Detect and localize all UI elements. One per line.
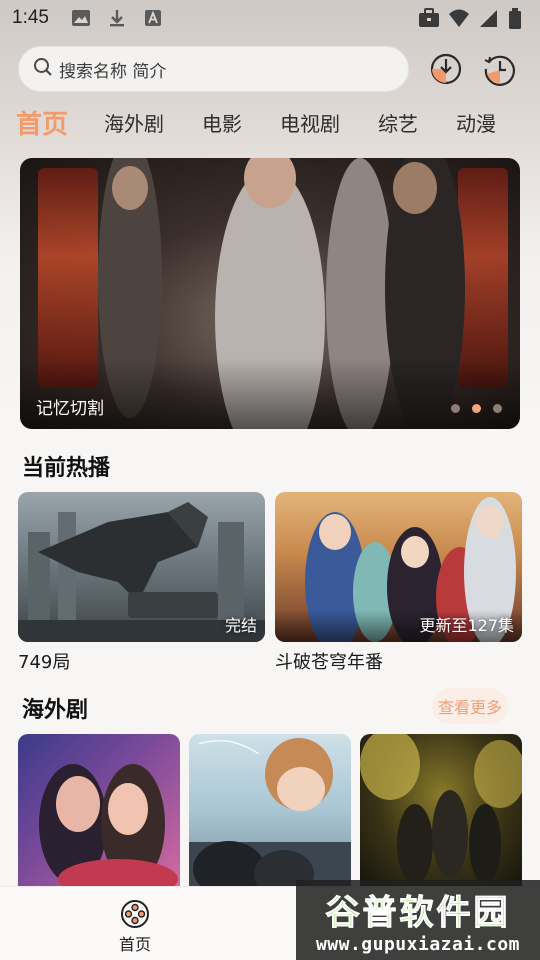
overseas-card-2[interactable] xyxy=(189,734,351,886)
film-reel-icon xyxy=(121,900,149,928)
overseas-poster-image xyxy=(360,734,522,884)
hot-card-749[interactable]: 完结 xyxy=(18,492,265,642)
tab-movies[interactable]: 电影 xyxy=(202,108,242,137)
history-clock-icon xyxy=(484,55,515,86)
tab-home[interactable]: 首页 xyxy=(16,104,68,141)
tab-anime[interactable]: 动漫 xyxy=(456,108,496,137)
signal-icon xyxy=(478,8,498,28)
wifi-icon xyxy=(448,8,469,28)
image-notification-icon xyxy=(71,8,91,28)
watermark-url: www.gupuxiazai.com xyxy=(315,934,521,955)
banner-pager xyxy=(451,404,502,413)
status-bar: 1:45 xyxy=(0,0,540,36)
search-placeholder: 搜索名称 简介 xyxy=(59,61,167,82)
tab-variety[interactable]: 综艺 xyxy=(378,108,418,137)
search-input[interactable]: 搜索名称 简介 xyxy=(18,46,409,92)
pager-dot[interactable] xyxy=(493,404,502,413)
history-button[interactable] xyxy=(483,52,517,86)
tab-tv-series[interactable]: 电视剧 xyxy=(280,108,340,137)
tab-overseas[interactable]: 海外剧 xyxy=(104,108,164,137)
overseas-card-3[interactable] xyxy=(360,734,522,886)
search-icon xyxy=(33,57,53,81)
download-notification-icon xyxy=(107,8,127,28)
category-tabs: 首页 海外剧 电影 电视剧 综艺 动漫 xyxy=(16,100,540,144)
banner-caption: 记忆切割 xyxy=(36,399,104,419)
download-circle-icon xyxy=(430,53,462,85)
view-more-button[interactable]: 查看更多 xyxy=(432,688,508,724)
banner-poster-image xyxy=(20,158,520,429)
briefcase-icon xyxy=(418,8,439,28)
featured-banner[interactable]: 记忆切割 xyxy=(20,158,520,429)
status-time: 1:45 xyxy=(12,7,49,28)
nav-home-button[interactable]: 首页 xyxy=(110,899,160,955)
watermark-title: 谷普软件园 xyxy=(325,893,511,934)
font-notification-icon xyxy=(143,8,163,28)
pager-dot[interactable] xyxy=(451,404,460,413)
battery-icon xyxy=(508,8,528,29)
hot-title-doupo[interactable]: 斗破苍穹年番 xyxy=(275,648,383,674)
overseas-card-1[interactable] xyxy=(18,734,180,886)
site-watermark: 谷普软件园 www.gupuxiazai.com xyxy=(296,880,540,960)
hot-card-doupo[interactable]: 更新至127集 xyxy=(275,492,522,642)
nav-home-label: 首页 xyxy=(118,935,151,954)
download-button[interactable] xyxy=(429,52,463,86)
section-title-hot: 当前热播 xyxy=(22,456,111,481)
hot-badge-finished: 完结 xyxy=(224,616,257,635)
hot-badge-episodes: 更新至127集 xyxy=(419,616,514,635)
overseas-poster-image xyxy=(189,738,351,886)
hot-title-749[interactable]: 749局 xyxy=(18,648,70,674)
section-title-overseas: 海外剧 xyxy=(22,698,89,723)
pager-dot-active[interactable] xyxy=(472,404,481,413)
overseas-poster-image xyxy=(39,764,178,886)
top-bar: 搜索名称 简介 xyxy=(18,46,522,92)
